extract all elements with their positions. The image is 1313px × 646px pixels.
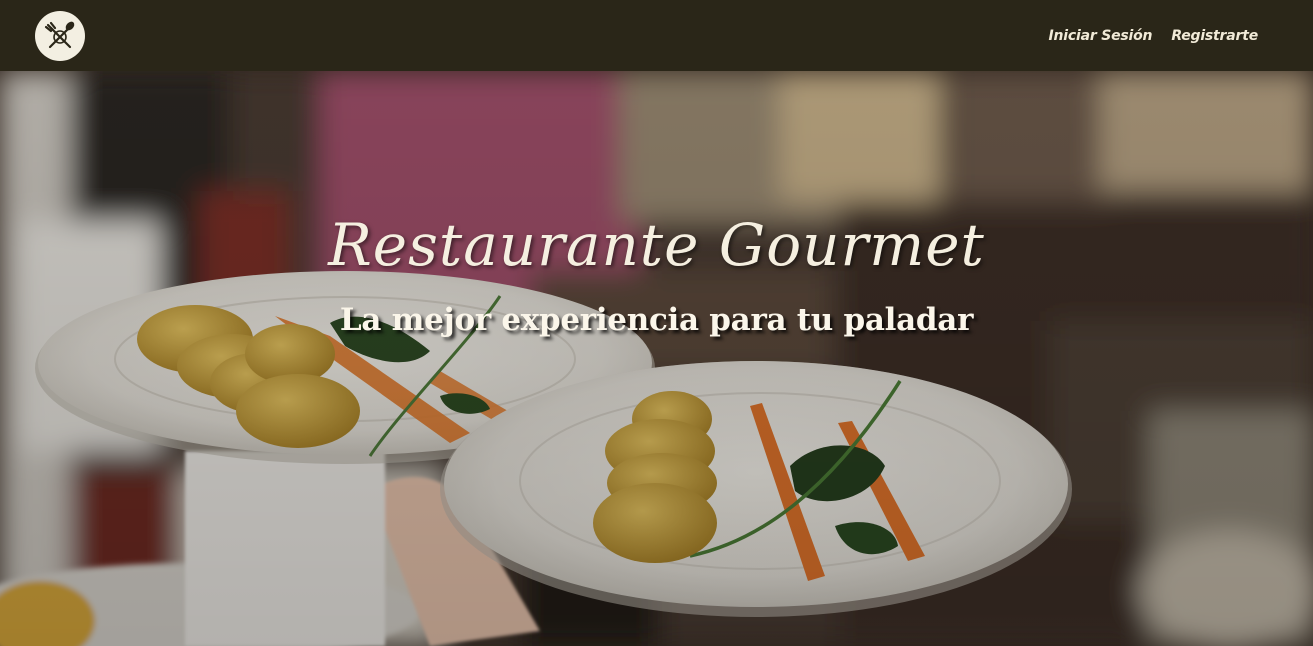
navbar: Iniciar Sesión Registrarte <box>0 0 1313 71</box>
hero-subtitle: La mejor experiencia para tu paladar <box>339 302 974 338</box>
nav-links: Iniciar Sesión Registrarte <box>1049 28 1259 44</box>
logo-icon[interactable] <box>35 10 85 61</box>
login-link[interactable]: Iniciar Sesión <box>1049 28 1153 44</box>
fork-spoon-icon <box>44 21 75 48</box>
hero-section: Restaurante Gourmet La mejor experiencia… <box>0 71 1313 646</box>
hero-text: Restaurante Gourmet La mejor experiencia… <box>0 71 1313 646</box>
hero-title: Restaurante Gourmet <box>328 211 985 279</box>
register-link[interactable]: Registrarte <box>1171 28 1258 44</box>
